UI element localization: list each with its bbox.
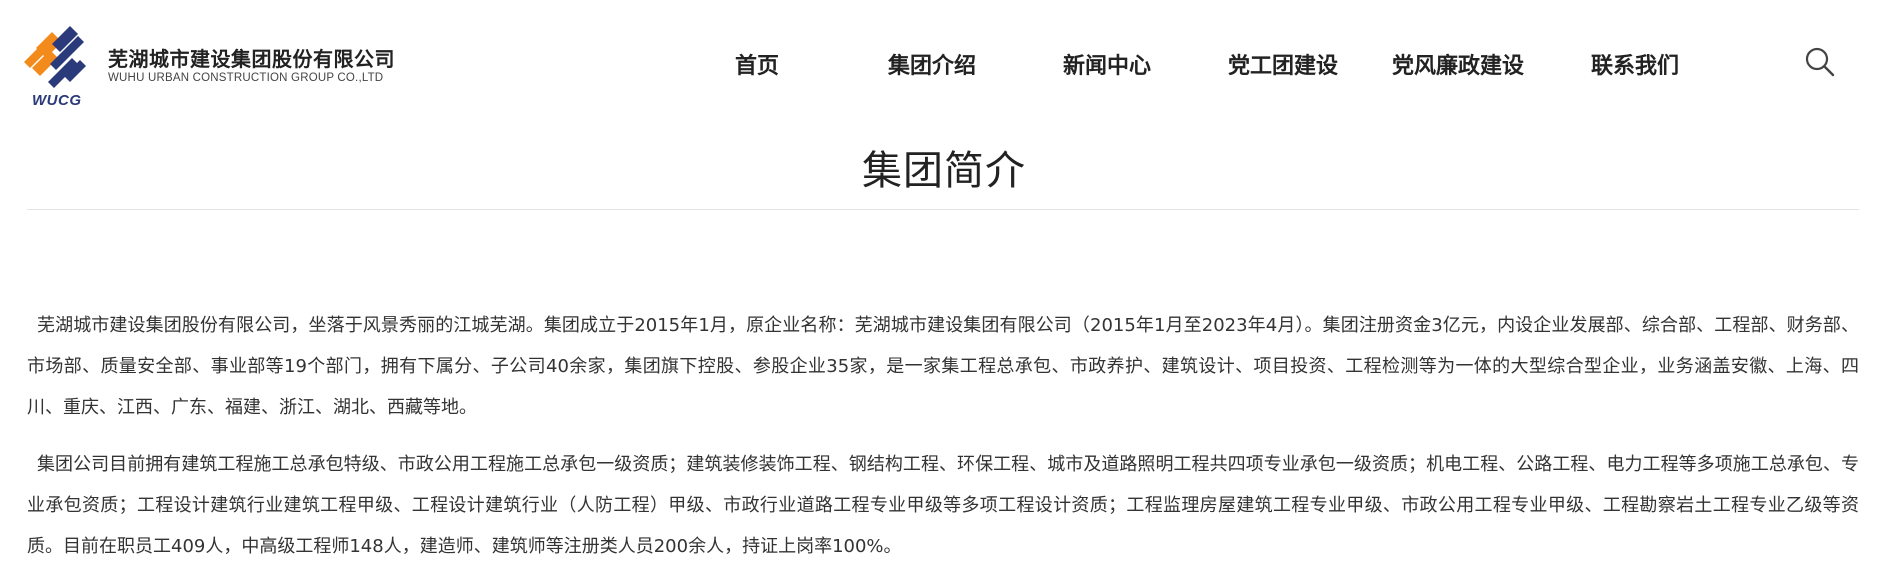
company-name-cn: 芜湖城市建设集团股份有限公司 [108, 47, 395, 71]
page-title: 集团简介 [862, 148, 1026, 194]
company-logo[interactable]: WUCG 芜湖城市建设集团股份有限公司 WUHU URBAN CONSTRUCT… [22, 24, 395, 110]
intro-paragraph: 芜湖城市建设集团股份有限公司，坐落于风景秀丽的江城芜湖。集团成立于2015年1月… [27, 315, 1859, 418]
search-icon[interactable] [1804, 46, 1836, 78]
nav-item-party-union[interactable]: 党工团建设 [1228, 48, 1338, 80]
logo-abbreviation: WUCG [32, 92, 82, 109]
nav-item-about-group[interactable]: 集团介绍 [888, 48, 976, 80]
logo-mark-icon: WUCG [22, 24, 94, 110]
company-name-en: WUHU URBAN CONSTRUCTION GROUP CO.,LTD [108, 72, 384, 84]
nav-item-integrity[interactable]: 党风廉政建设 [1392, 48, 1524, 80]
nav-item-news-center[interactable]: 新闻中心 [1063, 48, 1151, 80]
nav-item-contact-us[interactable]: 联系我们 [1591, 48, 1679, 80]
title-divider [27, 209, 1859, 210]
qualification-paragraph: 集团公司目前拥有建筑工程施工总承包特级、市政公用工程施工总承包一级资质；建筑装修… [27, 454, 1859, 557]
logo-text: 芜湖城市建设集团股份有限公司 WUHU URBAN CONSTRUCTION G… [108, 48, 395, 86]
intro-content: 芜湖城市建设集团股份有限公司，坐落于风景秀丽的江城芜湖。集团成立于2015年1月… [27, 305, 1859, 583]
site-header: WUCG 芜湖城市建设集团股份有限公司 WUHU URBAN CONSTRUCT… [0, 0, 1878, 122]
nav-item-home[interactable]: 首页 [735, 48, 779, 80]
